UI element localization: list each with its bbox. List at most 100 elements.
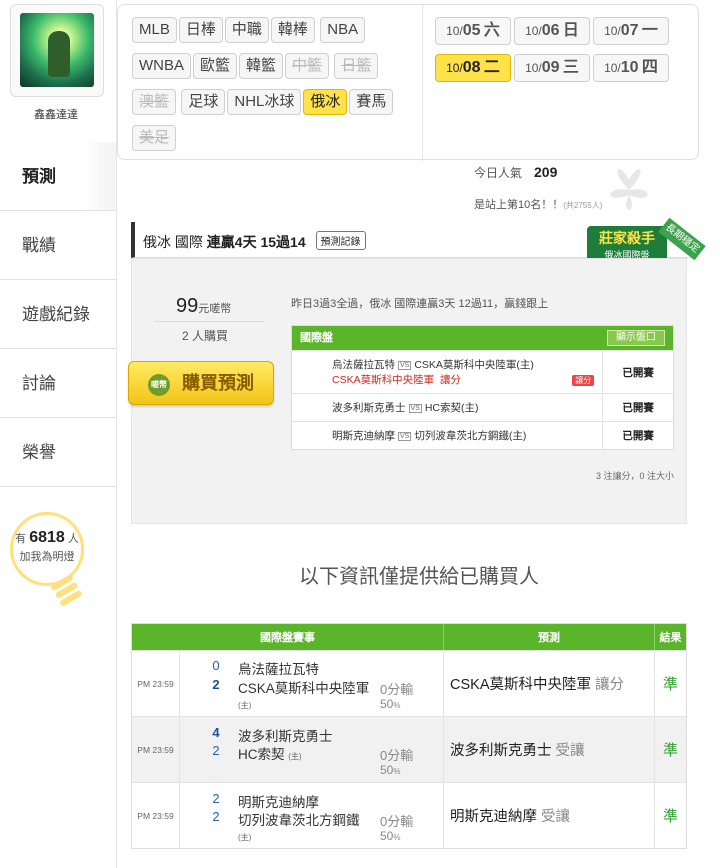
prediction-summary: 昨日3過3全過，俄冰 國際連贏3天 12過11，贏錢跟上: [291, 298, 549, 310]
vs-icon: VS: [398, 361, 412, 370]
nav-game-log[interactable]: 遊戲紀錄: [0, 280, 116, 349]
table-row: 烏法薩拉瓦特 VS CSKA莫斯科中央陸軍(主) CSKA莫斯科中央陸軍 讓分 讓分…: [292, 350, 673, 393]
price: 99元嗟幣: [176, 295, 232, 317]
team-home: CSKA莫斯科中央陸軍: [238, 681, 370, 696]
table-row: PM 23:59 0 2 烏法薩拉瓦特 CSKA莫斯科中央陸軍 (主) 0分輸 …: [132, 650, 686, 716]
match-time: PM 23:59: [132, 717, 180, 782]
sport-tag-cba: 中籃: [285, 53, 330, 79]
sport-tag-nhl[interactable]: NHL冰球: [227, 89, 302, 115]
buyer-count: 2 人購買: [182, 329, 229, 343]
international-pick-table: 國際盤 顯示盤口 烏法薩拉瓦特 VS CSKA莫斯科中央陸軍(主) CSKA莫斯科中…: [291, 325, 674, 450]
sport-tag-nfl: 美足: [132, 125, 177, 151]
score-home: 2: [212, 809, 220, 824]
date-btn[interactable]: 10/06 日: [514, 17, 590, 45]
match-status: 已開賽: [622, 366, 654, 379]
sport-tag-kor-basket[interactable]: 韓籃: [239, 53, 284, 79]
show-odds-button[interactable]: 顯示盤口: [607, 330, 665, 346]
bulb-suffix: 人: [67, 533, 79, 545]
popularity: 今日人氣 209: [474, 164, 558, 180]
line-result: 0分輸: [380, 748, 414, 763]
date-picker: 10/05 六 10/06 日 10/07 一 10/08 二 10/09 三 10/1…: [422, 5, 700, 161]
table-header: 國際盤 顯示盤口: [292, 326, 673, 350]
rank-text: 是站上第10名！！(共2755人): [474, 199, 603, 211]
main-content: MLB 日棒 中職 韓棒 NBA WNBA 歐籃 韓籃 中籃 日籃澳籃 足球 NHL冰球 俄冰 賽馬…: [116, 0, 720, 868]
follow-bulb[interactable]: 有 6818 人 加我為明燈: [10, 512, 84, 586]
user-name[interactable]: 鑫鑫達達: [0, 106, 112, 122]
pick: 明斯克迪納摩 受讓: [444, 783, 655, 848]
result-mark: 準: [662, 676, 678, 693]
team-home: 切列波韋茨北方鋼鐵: [238, 813, 360, 828]
bulb-count-value: 6818: [29, 529, 65, 546]
table-row: PM 23:59 2 2 明斯克迪納摩 切列波韋茨北方鋼鐵 (主) 0分輸 50…: [132, 782, 686, 848]
score-away: 0: [212, 658, 220, 673]
sport-tag-wnba[interactable]: WNBA: [132, 53, 191, 79]
pick: CSKA莫斯科中央陸軍 讓分: [444, 651, 655, 716]
line-result: 0分輸: [380, 814, 414, 829]
results-header: 國際盤賽事 預測 結果: [132, 624, 686, 650]
date-btn[interactable]: 10/07 一: [593, 17, 669, 45]
vs-icon: VS: [408, 404, 422, 413]
divider: [154, 321, 264, 322]
header-match: 國際盤賽事: [132, 624, 444, 650]
bulb-count: 有 6818 人: [13, 529, 81, 547]
buyer-only-info-title: 以下資訊僅提供給已購買人: [299, 566, 539, 588]
sport-tag-soccer[interactable]: 足球: [181, 89, 226, 115]
team-home: HC索契 (主): [238, 747, 302, 762]
score-away: 2: [212, 791, 220, 806]
header-pick: 預測: [444, 624, 655, 650]
result-mark: 準: [662, 742, 678, 759]
record-button[interactable]: 預測記錄: [315, 231, 366, 250]
handicap-tag: 讓分: [572, 375, 595, 386]
nav-predict[interactable]: 預測: [0, 142, 116, 211]
coin-icon: 嗟幣: [148, 374, 170, 396]
pick: 波多利斯克勇士 受讓: [444, 717, 655, 782]
team-away: 波多利斯克勇士: [238, 729, 333, 744]
table-row: 波多利斯克勇士 VS HC索契(主) 已開賽: [292, 393, 673, 421]
prediction-title: 俄冰 國際 連贏4天 15過14 預測記錄: [143, 231, 366, 252]
sport-tag-jp-basket: 日籃: [334, 53, 379, 79]
buy-prediction-button[interactable]: 嗟幣 購買預測: [128, 361, 274, 405]
sport-tag-kbo[interactable]: 韓棒: [270, 17, 315, 43]
bulb-text: 加我為明燈: [19, 551, 75, 563]
nav-record[interactable]: 戰績: [0, 211, 116, 280]
side-nav: 預測 戰績 遊戲紀錄 討論 榮譽: [0, 142, 116, 487]
nav-honor[interactable]: 榮譽: [0, 418, 116, 487]
sport-tag-horse[interactable]: 賽馬: [349, 89, 394, 115]
line-percent: 50%: [380, 697, 401, 711]
header-result: 結果: [659, 632, 682, 644]
results-table: 國際盤賽事 預測 結果 PM 23:59 0 2 烏法薩拉瓦特 CSKA莫斯科中…: [131, 623, 687, 849]
score-home: 2: [212, 743, 220, 758]
sport-tag-euro-basket[interactable]: 歐籃: [193, 53, 238, 79]
match-status: 已開賽: [622, 430, 654, 442]
nav-discussion[interactable]: 討論: [0, 349, 116, 418]
badge-main: 莊家殺手 俄冰國際盤: [587, 226, 667, 262]
sport-tag-npb[interactable]: 日棒: [178, 17, 223, 43]
vs-icon: VS: [398, 432, 412, 441]
team-away: 明斯克迪納摩: [238, 795, 319, 810]
result-mark: 準: [662, 808, 678, 825]
line-result: 0分輸: [380, 682, 414, 697]
score-home: 2: [212, 677, 220, 692]
date-btn[interactable]: 10/09 三: [514, 54, 590, 82]
score-away: 4: [212, 725, 220, 740]
bulb-prefix: 有: [15, 533, 27, 545]
prediction-body: 99元嗟幣 2 人購買 嗟幣 購買預測 昨日3過3全過，俄冰 國際連贏3天 12過…: [128, 258, 687, 524]
avatar[interactable]: [20, 13, 94, 87]
date-btn[interactable]: 10/05 六: [435, 17, 511, 45]
match-status: 已開賽: [622, 402, 654, 414]
date-btn[interactable]: 10/10 四: [593, 54, 669, 82]
filter-box: MLB 日棒 中職 韓棒 NBA WNBA 歐籃 韓籃 中籃 日籃澳籃 足球 NHL冰球 俄冰 賽馬…: [117, 4, 700, 161]
line-percent: 50%: [380, 763, 401, 777]
sport-tag-khl[interactable]: 俄冰: [303, 89, 348, 115]
avatar-card[interactable]: [10, 4, 104, 97]
sport-tag-nba[interactable]: NBA: [320, 17, 366, 43]
date-btn-selected[interactable]: 10/08 二: [435, 54, 511, 82]
sport-tag-cpbl[interactable]: 中職: [224, 17, 269, 43]
match-time: PM 23:59: [132, 651, 180, 716]
match-time: PM 23:59: [132, 783, 180, 848]
flower-decoration-icon: [610, 169, 648, 210]
bet-count-note: 3 注讓分，0 注大小: [595, 471, 674, 481]
sport-tags: MLB 日棒 中職 韓棒 NBA WNBA 歐籃 韓籃 中籃 日籃澳籃 足球 NHL冰球 俄冰 賽馬…: [132, 17, 408, 161]
sport-tag-mlb[interactable]: MLB: [132, 17, 177, 43]
sidebar: 鑫鑫達達 預測 戰績 遊戲紀錄 討論 榮譽 有 6818 人 加我為明燈: [0, 0, 116, 868]
